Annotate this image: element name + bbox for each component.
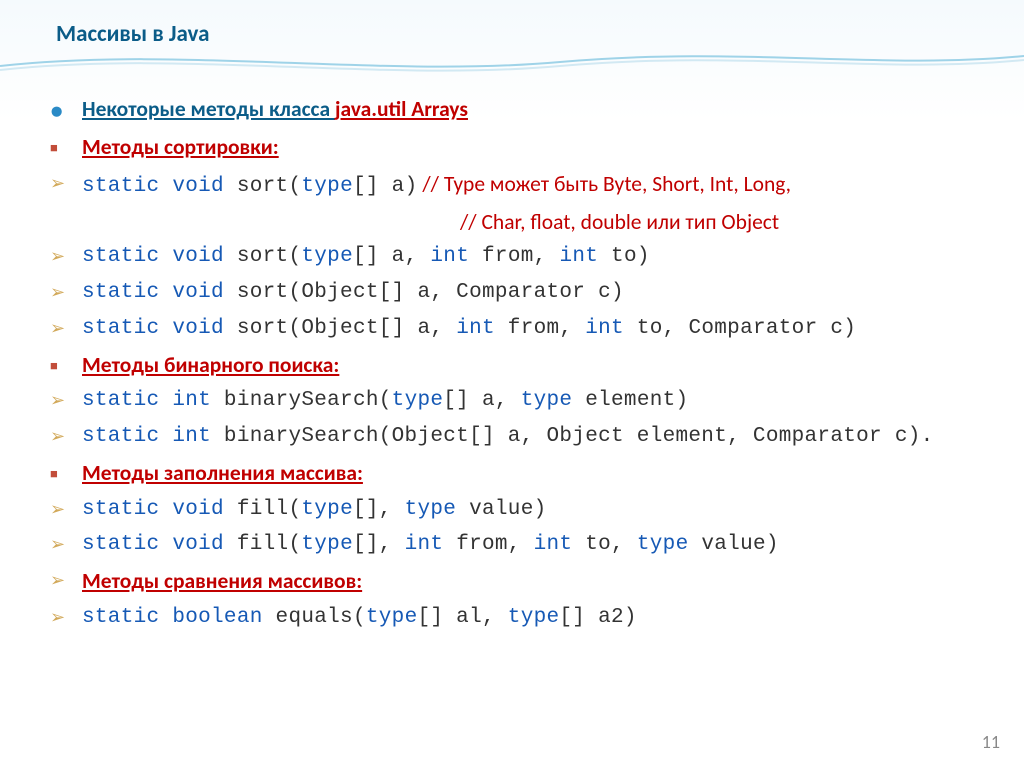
bsearch-heading: ■ Методы бинарного поиска: xyxy=(50,351,980,380)
bullet-arrow-icon: ➢ xyxy=(50,387,82,413)
bullet-arrow-icon: ➢ xyxy=(50,496,82,522)
sort-method-2: ➢ static void sort(type[] a, int from, i… xyxy=(50,243,980,271)
sort-method-3: ➢ static void sort(Object[] a, Comparato… xyxy=(50,279,980,307)
cmp-method-1: ➢ static boolean equals(type[] al, type[… xyxy=(50,604,980,632)
bsearch-method-2: ➢ static int binarySearch(Object[] a, Ob… xyxy=(50,423,980,451)
decorative-wave xyxy=(0,48,1024,78)
sort1-comment-line2: // Char, float, double или тип Object xyxy=(460,209,980,235)
slide-content: ● Некоторые методы класса java.util Arra… xyxy=(50,95,980,640)
page-number: 11 xyxy=(982,731,1000,753)
bullet-arrow-icon: ➢ xyxy=(50,170,82,196)
cmp-heading: ➢ Методы сравнения массивов: xyxy=(50,567,980,596)
bullet-arrow-icon: ➢ xyxy=(50,315,82,341)
cmp-heading-text: Методы сравнения массивов: xyxy=(82,567,980,596)
bullet-arrow-icon: ➢ xyxy=(50,531,82,557)
fill-method-1: ➢ static void fill(type[], type value) xyxy=(50,496,980,524)
slide-title: Массивы в Java xyxy=(56,20,209,48)
bullet-arrow-icon: ➢ xyxy=(50,279,82,305)
bullet-arrow-icon: ➢ xyxy=(50,567,82,593)
sort-heading: ■ Методы сортировки: xyxy=(50,133,980,162)
sort-method-1: ➢ static void sort(type[] a) // Type мож… xyxy=(50,170,980,201)
bullet-arrow-icon: ➢ xyxy=(50,604,82,630)
sort-method-4: ➢ static void sort(Object[] a, int from,… xyxy=(50,315,980,343)
fill-method-2: ➢ static void fill(type[], int from, int… xyxy=(50,531,980,559)
bullet-arrow-icon: ➢ xyxy=(50,243,82,269)
sort1-comment: // Type может быть Byte, Short, Int, Lon… xyxy=(417,171,791,197)
sort-heading-text: Методы сортировки: xyxy=(82,133,980,162)
fill-heading-text: Методы заполнения массива: xyxy=(82,459,980,488)
heading-red: java.util Arrays xyxy=(335,96,468,122)
bsearch-method-1: ➢ static int binarySearch(type[] a, type… xyxy=(50,387,980,415)
main-heading: ● Некоторые методы класса java.util Arra… xyxy=(50,95,980,125)
bullet-disc-icon: ● xyxy=(50,95,82,125)
bullet-square-icon: ■ xyxy=(50,351,82,375)
bullet-arrow-icon: ➢ xyxy=(50,423,82,449)
fill-heading: ■ Методы заполнения массива: xyxy=(50,459,980,488)
heading-prefix: Некоторые методы класса xyxy=(82,96,335,122)
bsearch-heading-text: Методы бинарного поиска: xyxy=(82,351,980,380)
bullet-square-icon: ■ xyxy=(50,133,82,157)
bullet-square-icon: ■ xyxy=(50,459,82,483)
